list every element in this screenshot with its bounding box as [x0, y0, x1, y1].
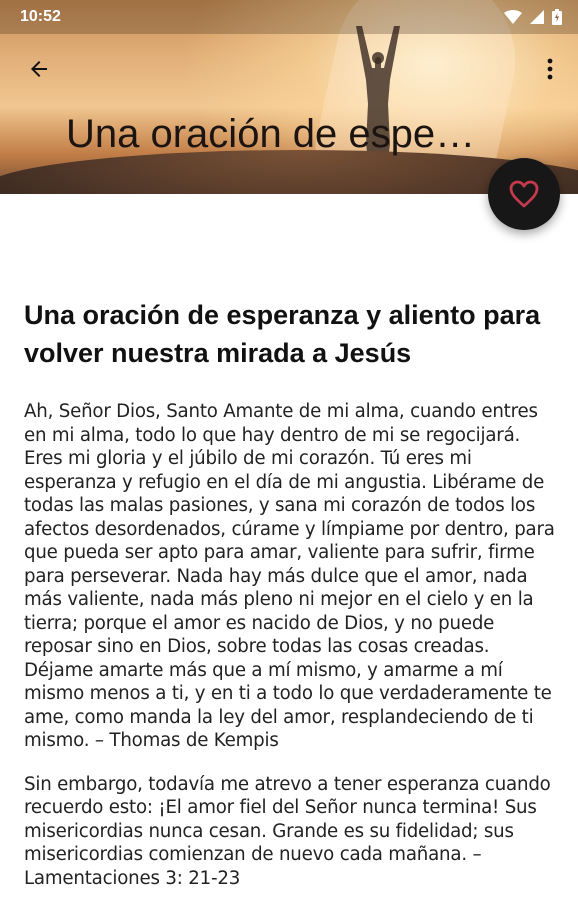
signal-icon [530, 10, 544, 24]
article-paragraph: Sin embargo, todavía me atrevo a tener e… [24, 773, 551, 889]
status-time: 10:52 [20, 8, 61, 25]
article-content: Una oración de esperanza y aliento para … [24, 296, 556, 890]
status-bar: 10:52 [0, 0, 578, 34]
article-paragraph: Ah, Señor Dios, Santo Amante de mi alma,… [24, 401, 555, 751]
arrow-back-icon [31, 61, 47, 77]
heart-outline-icon [509, 180, 539, 208]
favorite-button[interactable] [488, 158, 560, 230]
battery-icon [552, 9, 562, 25]
article-title: Una oración de esperanza y aliento para … [24, 300, 541, 368]
toolbar-title: Una oración de espe… [66, 112, 476, 156]
overflow-menu-button[interactable] [536, 52, 564, 86]
wifi-icon [504, 10, 522, 24]
back-button[interactable] [22, 52, 56, 86]
status-icons [504, 9, 562, 25]
more-vert-icon [547, 58, 553, 80]
